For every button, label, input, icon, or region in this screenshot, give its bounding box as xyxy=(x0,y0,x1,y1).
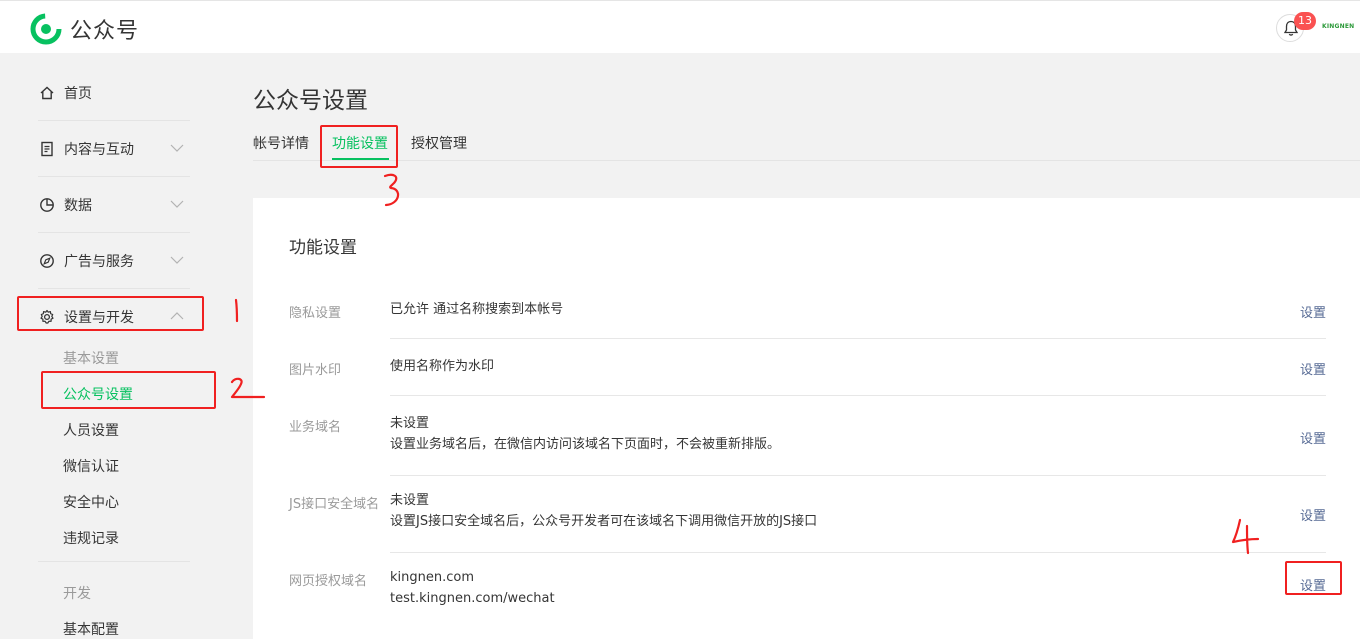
sidebar-item-label: 内容与互动 xyxy=(64,141,134,158)
chevron-down-icon xyxy=(170,144,184,152)
setting-label: JS接口安全域名 xyxy=(289,497,380,512)
sidebar-item-label: 广告与服务 xyxy=(64,253,134,270)
setting-value-line: 设置JS接口安全域名后，公众号开发者可在该域名下调用微信开放的JS接口 xyxy=(390,514,818,529)
annotation-box-3 xyxy=(320,125,398,168)
setting-value: 未设置 设置业务域名后，在微信内访问该域名下页面时，不会被重新排版。 xyxy=(390,413,780,455)
setting-value-line: test.kingnen.com/wechat xyxy=(390,591,555,606)
tab-bar: 帐号详情 功能设置 授权管理 xyxy=(253,131,1360,161)
card-title: 功能设置 xyxy=(289,238,357,258)
setting-action-button[interactable]: 设置 xyxy=(1300,428,1326,447)
row-divider xyxy=(390,395,1326,396)
sidebar-item-data[interactable]: 数据 xyxy=(38,177,190,233)
row-divider xyxy=(390,475,1326,476)
row-divider xyxy=(390,338,1326,339)
annotation-box-4 xyxy=(1285,561,1342,595)
pie-chart-icon xyxy=(38,196,56,214)
home-icon xyxy=(38,84,56,102)
sidebar-item-label: 数据 xyxy=(64,197,92,214)
setting-value-line: 未设置 xyxy=(390,416,430,431)
app-title: 公众号 xyxy=(70,19,140,44)
setting-value-line: 设置业务域名后，在微信内访问该域名下页面时，不会被重新排版。 xyxy=(390,437,781,452)
annotation-number-1 xyxy=(234,298,239,323)
setting-label: 图片水印 xyxy=(289,363,342,378)
document-icon xyxy=(38,140,56,158)
account-name[interactable]: KINGNEN xyxy=(1322,23,1354,30)
sidebar-subitem-violation-records[interactable]: 违规记录 xyxy=(63,528,119,548)
sidebar: 首页 内容与互动 数据 广告与服务 设置与开发 基本设置 公众号设置 人员设置 … xyxy=(0,53,222,639)
sidebar-item-label: 首页 xyxy=(64,85,92,102)
setting-value-line: 未设置 xyxy=(390,493,430,508)
sidebar-subitem-wechat-verify[interactable]: 微信认证 xyxy=(63,456,119,476)
setting-row-js-domain: JS接口安全域名 未设置 设置JS接口安全域名后，公众号开发者可在该域名下调用微… xyxy=(289,489,1326,553)
tab-account-details[interactable]: 帐号详情 xyxy=(253,133,309,153)
setting-row-oauth-domain: 网页授权域名 kingnen.com test.kingnen.com/wech… xyxy=(289,566,1326,630)
setting-action-button[interactable]: 设置 xyxy=(1300,359,1326,378)
app-logo[interactable]: 公众号 xyxy=(30,13,139,45)
annotation-number-2 xyxy=(230,377,266,399)
setting-label: 网页授权域名 xyxy=(289,574,368,589)
annotation-box-1 xyxy=(17,296,204,331)
wechat-official-logo-icon xyxy=(30,13,62,45)
sidebar-subitem-member-settings[interactable]: 人员设置 xyxy=(63,420,119,440)
setting-value: kingnen.com test.kingnen.com/wechat xyxy=(390,567,555,609)
annotation-number-4 xyxy=(1231,518,1260,555)
notification-badge: 13 xyxy=(1294,12,1316,30)
compass-icon xyxy=(38,252,56,270)
setting-value-line: 已允许 通过名称搜索到本帐号 xyxy=(390,302,564,317)
sidebar-divider xyxy=(38,561,190,562)
sidebar-item-content[interactable]: 内容与互动 xyxy=(38,121,190,177)
setting-row-business-domain: 业务域名 未设置 设置业务域名后，在微信内访问该域名下页面时，不会被重新排版。 … xyxy=(289,412,1326,476)
setting-row-privacy: 隐私设置 已允许 通过名称搜索到本帐号 设置 xyxy=(289,298,1326,339)
top-bar: 公众号 13 KINGNEN xyxy=(0,0,1360,53)
sidebar-group-dev: 开发 xyxy=(63,586,91,602)
annotation-box-2 xyxy=(41,371,216,409)
annotation-number-3 xyxy=(383,173,400,207)
chevron-down-icon xyxy=(170,200,184,208)
setting-value-line: kingnen.com xyxy=(390,570,475,585)
page-title: 公众号设置 xyxy=(253,88,368,114)
setting-row-watermark: 图片水印 使用名称作为水印 设置 xyxy=(289,355,1326,396)
setting-value: 未设置 设置JS接口安全域名后，公众号开发者可在该域名下调用微信开放的JS接口 xyxy=(390,490,817,532)
row-divider xyxy=(390,552,1326,553)
feature-settings-card: 功能设置 隐私设置 已允许 通过名称搜索到本帐号 设置 图片水印 使用名称作为水… xyxy=(253,198,1360,639)
sidebar-subitem-security-center[interactable]: 安全中心 xyxy=(63,492,119,512)
setting-label: 业务域名 xyxy=(289,420,342,435)
setting-value: 使用名称作为水印 xyxy=(390,356,494,377)
setting-action-button[interactable]: 设置 xyxy=(1300,302,1326,321)
sidebar-subitem-basic-config[interactable]: 基本配置 xyxy=(63,619,119,639)
tab-authorization[interactable]: 授权管理 xyxy=(411,133,467,153)
setting-value-line: 使用名称作为水印 xyxy=(390,359,495,374)
sidebar-item-home[interactable]: 首页 xyxy=(38,65,190,121)
sidebar-subitem-basic-settings: 基本设置 xyxy=(63,351,119,367)
chevron-down-icon xyxy=(170,256,184,264)
sidebar-item-ads-services[interactable]: 广告与服务 xyxy=(38,233,190,289)
setting-value: 已允许 通过名称搜索到本帐号 xyxy=(390,299,563,320)
setting-label: 隐私设置 xyxy=(289,306,342,321)
setting-action-button[interactable]: 设置 xyxy=(1300,505,1326,524)
